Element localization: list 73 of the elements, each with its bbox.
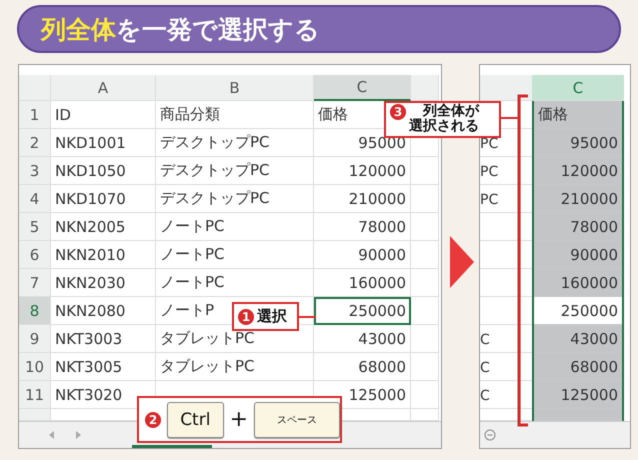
title-text: 列全体 xyxy=(41,14,116,46)
table-cell: 95000 xyxy=(534,129,622,157)
table-cell: PC xyxy=(480,185,532,213)
table-cell: 210000 xyxy=(314,185,411,213)
table-cell: 125000 xyxy=(534,381,622,409)
table-cell: 商品分類 xyxy=(156,101,314,129)
row-header[interactable]: 2 xyxy=(19,129,51,157)
scroll-left-icon[interactable] xyxy=(49,431,55,439)
table-cell: NKD1050 xyxy=(51,157,156,185)
table-cell: 68000 xyxy=(534,353,622,381)
table-cell: ノートPC xyxy=(156,213,314,241)
column-header[interactable]: A xyxy=(51,75,156,101)
table-cell: 価格 xyxy=(534,101,622,129)
table-cell: デスクトップPC xyxy=(156,157,314,185)
table-cell: デスクトップPC xyxy=(156,129,314,157)
table-cell: NKD1001 xyxy=(51,129,156,157)
row-header[interactable] xyxy=(19,409,51,421)
table-cell: NKT3005 xyxy=(51,353,156,381)
table-cell: ノートPC xyxy=(156,269,314,297)
column-header[interactable] xyxy=(480,75,532,101)
row-header[interactable]: 4 xyxy=(19,185,51,213)
table-cell: 160000 xyxy=(534,269,622,297)
table-cell: NKT3003 xyxy=(51,325,156,353)
table-cell: 78000 xyxy=(314,213,411,241)
table-cell: 78000 xyxy=(534,213,622,241)
row-header[interactable]: 5 xyxy=(19,213,51,241)
table-cell: ID xyxy=(51,101,156,129)
step-number: 2 xyxy=(145,412,161,428)
callout-text: 列全体が 選択される xyxy=(409,104,479,135)
table-cell: NKN2010 xyxy=(51,241,156,269)
table-cell: 160000 xyxy=(314,269,411,297)
row-header[interactable]: 6 xyxy=(19,241,51,269)
table-cell: C xyxy=(480,353,532,381)
table-cell: NKD1070 xyxy=(51,185,156,213)
column-header[interactable]: C xyxy=(532,75,624,101)
keyboard-key: スペース xyxy=(254,402,340,438)
table-cell: NKN2030 xyxy=(51,269,156,297)
plus-sign: + xyxy=(230,407,248,432)
table-cell: 250000 xyxy=(314,297,411,325)
add-sheet-icon[interactable] xyxy=(484,429,496,441)
step-number: 1 xyxy=(238,308,254,324)
table-cell: NKN2005 xyxy=(51,213,156,241)
row-header[interactable]: 11 xyxy=(19,381,51,409)
table-cell: 90000 xyxy=(534,241,622,269)
title-text: を一発で選択する xyxy=(116,14,320,46)
column-header[interactable]: C xyxy=(314,75,411,101)
column-header[interactable]: B xyxy=(156,75,314,101)
scroll-right-icon[interactable] xyxy=(75,431,81,439)
select-all-corner[interactable] xyxy=(19,75,51,101)
table-cell: C xyxy=(480,381,532,409)
row-header[interactable]: 10 xyxy=(19,353,51,381)
row-header[interactable]: 7 xyxy=(19,269,51,297)
row-header[interactable]: 3 xyxy=(19,157,51,185)
row-header[interactable]: 9 xyxy=(19,325,51,353)
row-header[interactable]: 1 xyxy=(19,101,51,129)
table-cell: PC xyxy=(480,157,532,185)
row-header[interactable]: 8 xyxy=(19,297,51,325)
table-cell: 90000 xyxy=(314,241,411,269)
step-number: 3 xyxy=(390,104,406,120)
table-cell: 120000 xyxy=(314,157,411,185)
table-cell: 210000 xyxy=(534,185,622,213)
arrow-right-icon xyxy=(450,236,474,288)
table-cell: 43000 xyxy=(534,325,622,353)
table-cell: NKN2080 xyxy=(51,297,156,325)
table-cell: デスクトップPC xyxy=(156,185,314,213)
table-cell: 120000 xyxy=(534,157,622,185)
keyboard-key: Ctrl xyxy=(167,402,224,438)
table-cell: ノートPC xyxy=(156,241,314,269)
table-cell: 68000 xyxy=(314,353,411,381)
table-cell: タブレットPC xyxy=(156,353,314,381)
callout-text: 選択 xyxy=(257,308,287,326)
table-cell: C xyxy=(480,325,532,353)
table-cell: 43000 xyxy=(314,325,411,353)
